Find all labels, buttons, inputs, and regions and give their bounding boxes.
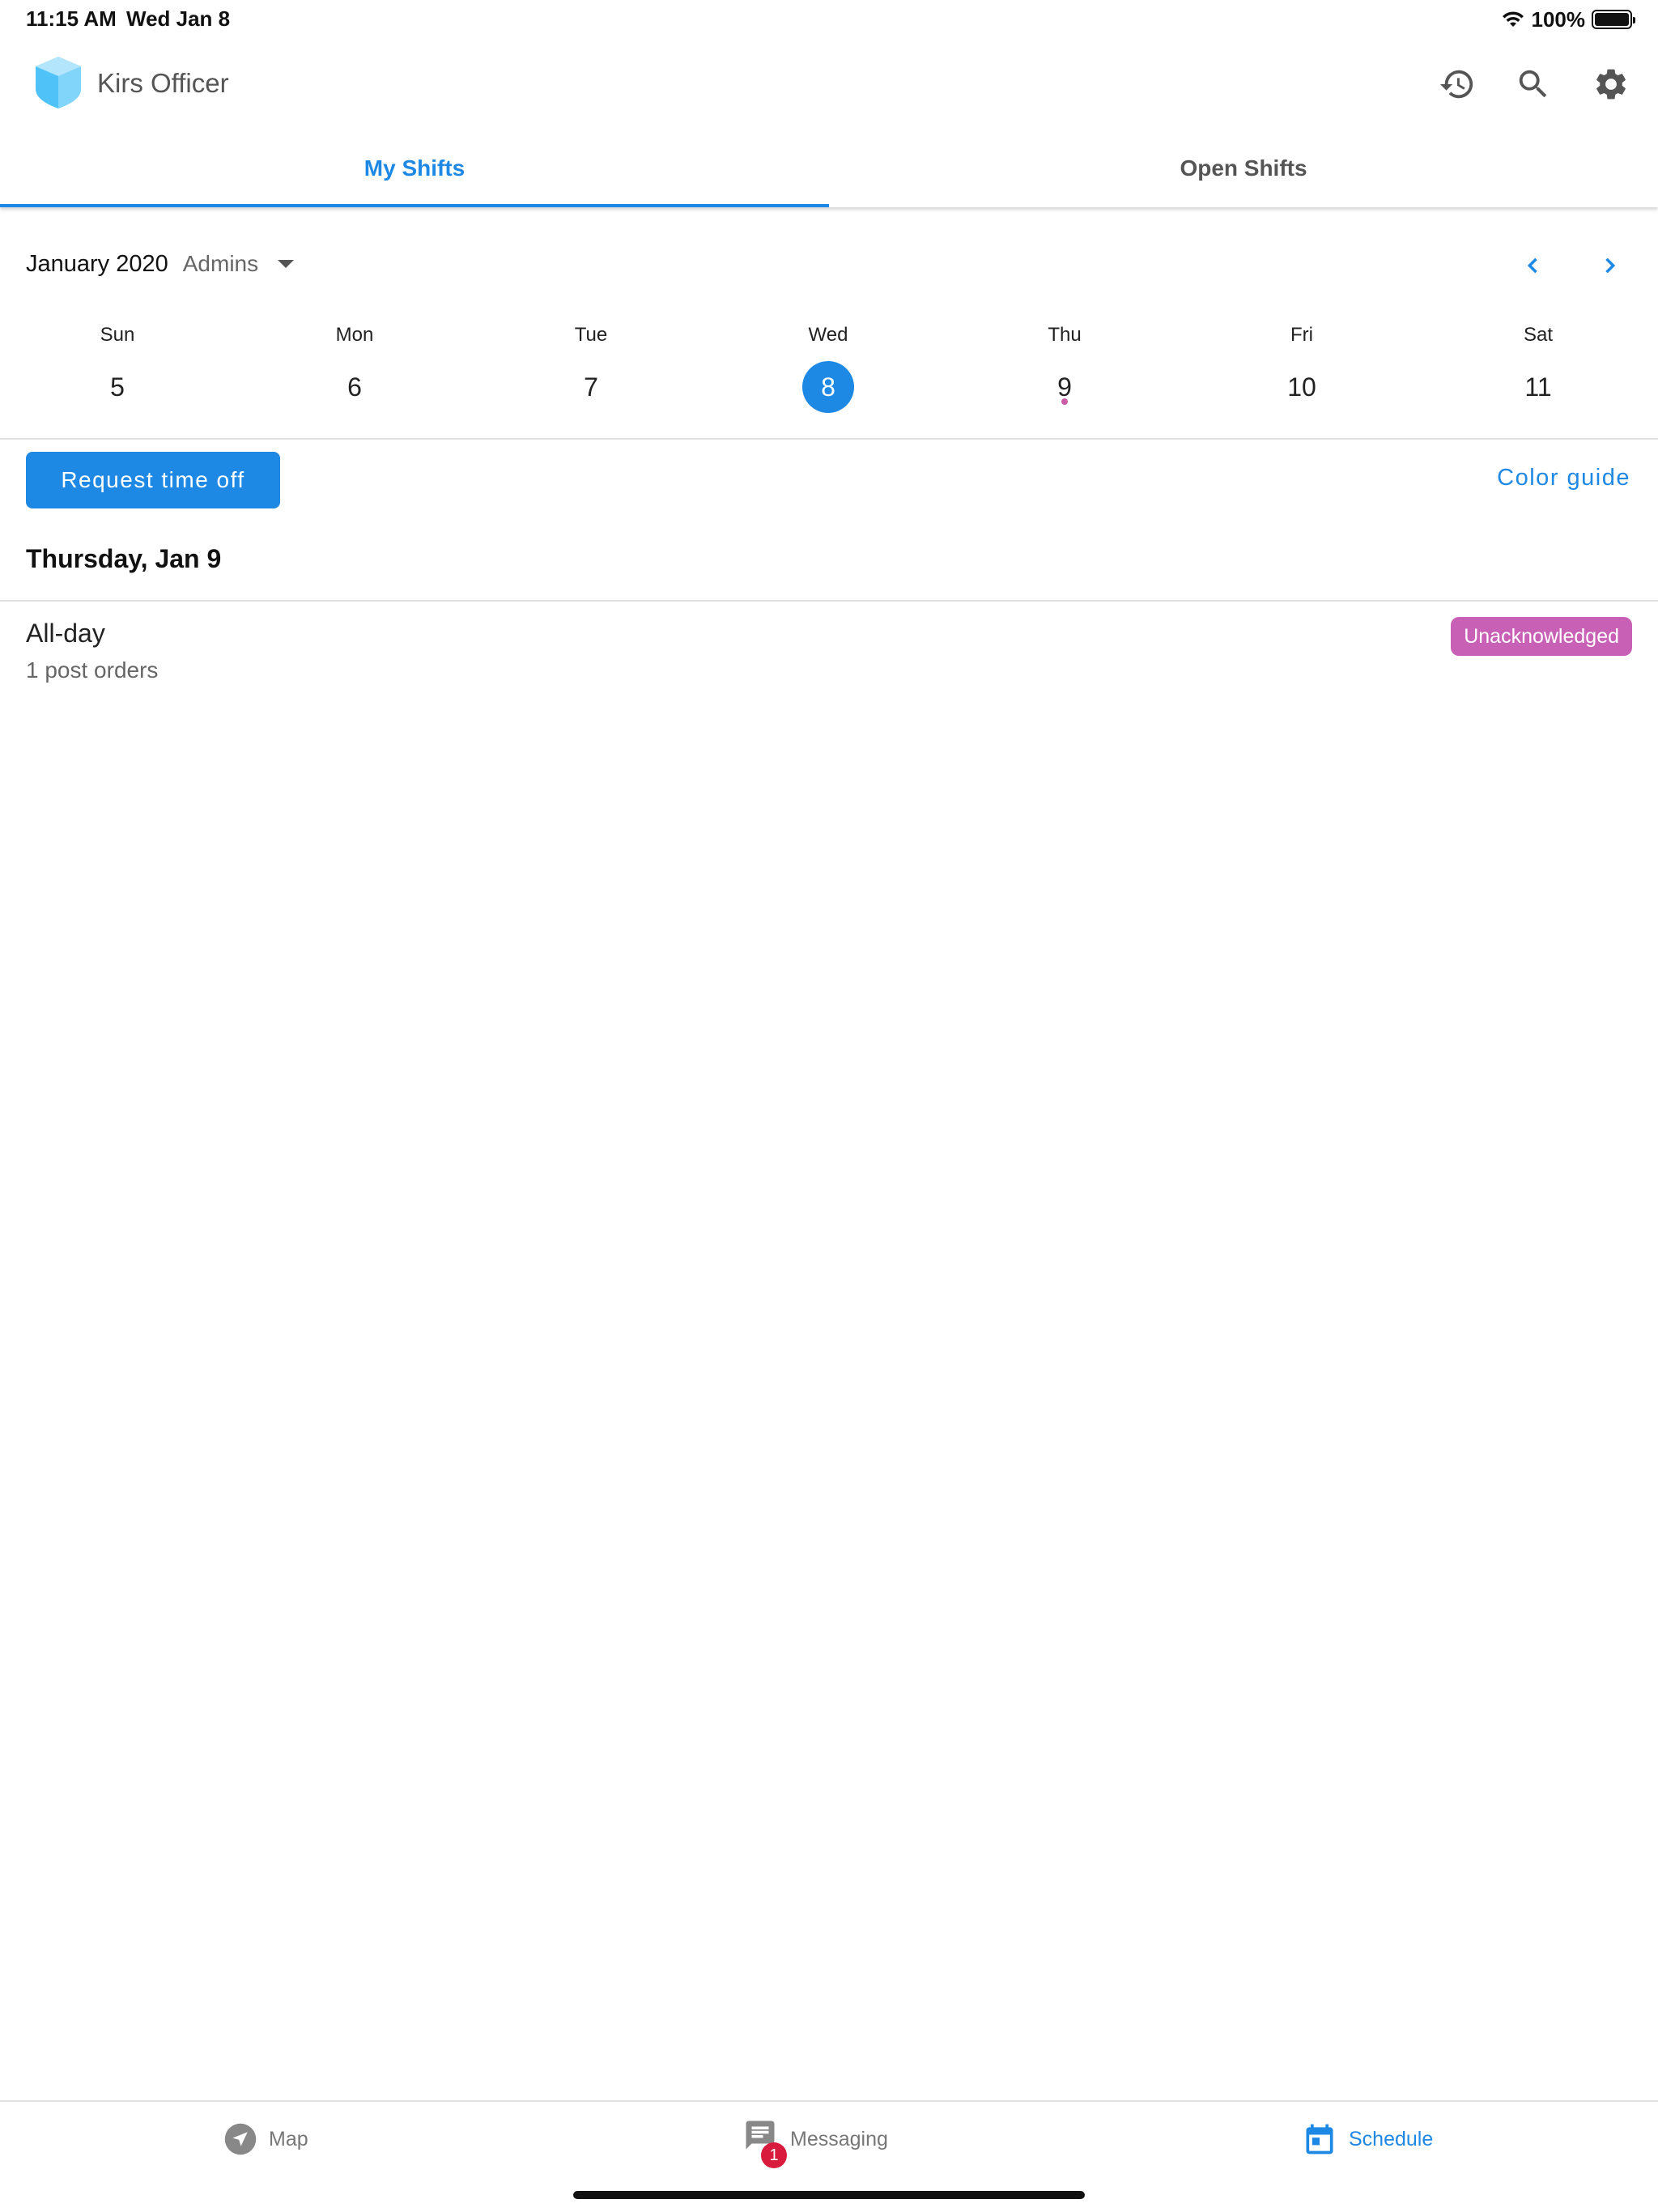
day-wed[interactable]: Wed 8 — [747, 316, 909, 437]
battery-icon — [1592, 10, 1635, 29]
previous-week-button[interactable] — [1512, 245, 1554, 287]
nav-label: Map — [269, 2127, 308, 2150]
next-week-button[interactable] — [1588, 245, 1630, 287]
status-badge: Unacknowledged — [1451, 617, 1632, 656]
shift-subtitle: 1 post orders — [26, 657, 159, 683]
nav-messaging[interactable]: 1 Messaging — [743, 2118, 888, 2168]
app-title: Kirs Officer — [97, 68, 229, 98]
chevron-left-icon — [1527, 257, 1537, 274]
day-number: 11 — [1524, 372, 1552, 402]
settings-button[interactable] — [1585, 58, 1637, 110]
day-number: 10 — [1287, 372, 1316, 402]
message-icon-wrap: 1 — [743, 2118, 787, 2168]
calendar-icon — [1306, 2124, 1333, 2155]
status-bar: 11:15 AM Wed Jan 8 100% — [0, 0, 1658, 39]
nav-map[interactable]: Map — [223, 2118, 308, 2160]
day-tue[interactable]: Tue 7 — [510, 316, 672, 437]
day-number-container: 5 — [91, 361, 143, 413]
tab-label: Open Shifts — [1180, 155, 1307, 181]
tab-open-shifts[interactable]: Open Shifts — [829, 130, 1658, 207]
nav-schedule[interactable]: Schedule — [1302, 2118, 1433, 2160]
month-selector: January 2020 Admins — [26, 248, 295, 280]
shift-title: All-day — [26, 619, 105, 648]
day-number: 5 — [110, 372, 125, 402]
search-button[interactable] — [1507, 58, 1559, 110]
history-icon — [1439, 70, 1473, 99]
day-number: 7 — [584, 372, 598, 402]
shield-logo-icon — [36, 57, 81, 108]
day-number: 6 — [347, 372, 362, 402]
shift-list-item[interactable]: All-day 1 post orders Unacknowledged — [0, 602, 1658, 691]
tab-my-shifts[interactable]: My Shifts — [0, 130, 829, 207]
day-number: 9 — [1057, 372, 1072, 402]
day-name: Fri — [1290, 324, 1313, 346]
nav-label: Messaging — [790, 2127, 888, 2150]
week-strip: Sun 5 Mon 6 Tue 7 Wed 8 Thu 9 Fri 10 Sat… — [0, 316, 1658, 437]
chevron-right-icon — [1605, 257, 1616, 274]
nav-label: Schedule — [1349, 2127, 1434, 2150]
active-tab-indicator — [0, 204, 829, 207]
day-number-container: 7 — [565, 361, 617, 413]
day-name: Thu — [1048, 324, 1082, 346]
battery-percent: 100% — [1531, 6, 1586, 32]
day-number-container: 9 — [1039, 361, 1090, 413]
event-dot — [1061, 398, 1068, 405]
day-name: Sat — [1523, 324, 1554, 346]
tab-label: My Shifts — [363, 155, 466, 181]
shift-tabs: My Shifts Open Shifts — [0, 130, 1658, 207]
app-bar: Kirs Officer — [0, 39, 1658, 130]
month-label: January 2020 — [26, 250, 168, 277]
day-number-container: 10 — [1276, 361, 1328, 413]
day-sat[interactable]: Sat 11 — [1457, 316, 1619, 437]
day-name: Wed — [808, 324, 848, 346]
group-dropdown-label[interactable]: Admins — [183, 251, 258, 277]
day-mon[interactable]: Mon 6 — [274, 316, 436, 437]
wifi-icon — [1502, 11, 1524, 27]
day-number-container: 6 — [329, 361, 380, 413]
selected-day-circle: 8 — [802, 361, 854, 413]
day-name: Tue — [574, 324, 608, 346]
day-sun[interactable]: Sun 5 — [36, 316, 198, 437]
day-number-container: 11 — [1512, 361, 1564, 413]
search-icon — [1519, 70, 1547, 98]
status-indicators: 100% — [1501, 6, 1635, 32]
week-divider — [0, 438, 1658, 440]
day-name: Sun — [100, 324, 135, 346]
navigation-arrow-icon — [224, 2123, 257, 2155]
home-indicator — [573, 2191, 1085, 2199]
status-time: 11:15 AM — [26, 6, 117, 31]
day-name: Mon — [335, 324, 374, 346]
unread-count-badge: 1 — [761, 2142, 787, 2168]
heading-divider — [0, 600, 1658, 602]
day-fri[interactable]: Fri 10 — [1221, 316, 1383, 437]
battery-fill — [1595, 13, 1629, 26]
gear-icon — [1596, 69, 1626, 100]
status-date: Wed Jan 8 — [126, 6, 231, 31]
history-button[interactable] — [1431, 58, 1483, 110]
day-thu[interactable]: Thu 9 — [984, 316, 1146, 437]
request-time-off-button[interactable]: Request time off — [26, 452, 280, 508]
day-number: 8 — [821, 372, 835, 402]
day-heading: Thursday, Jan 9 — [26, 544, 222, 573]
color-guide-link[interactable]: Color guide — [1497, 465, 1630, 491]
chevron-down-icon[interactable] — [278, 260, 295, 268]
